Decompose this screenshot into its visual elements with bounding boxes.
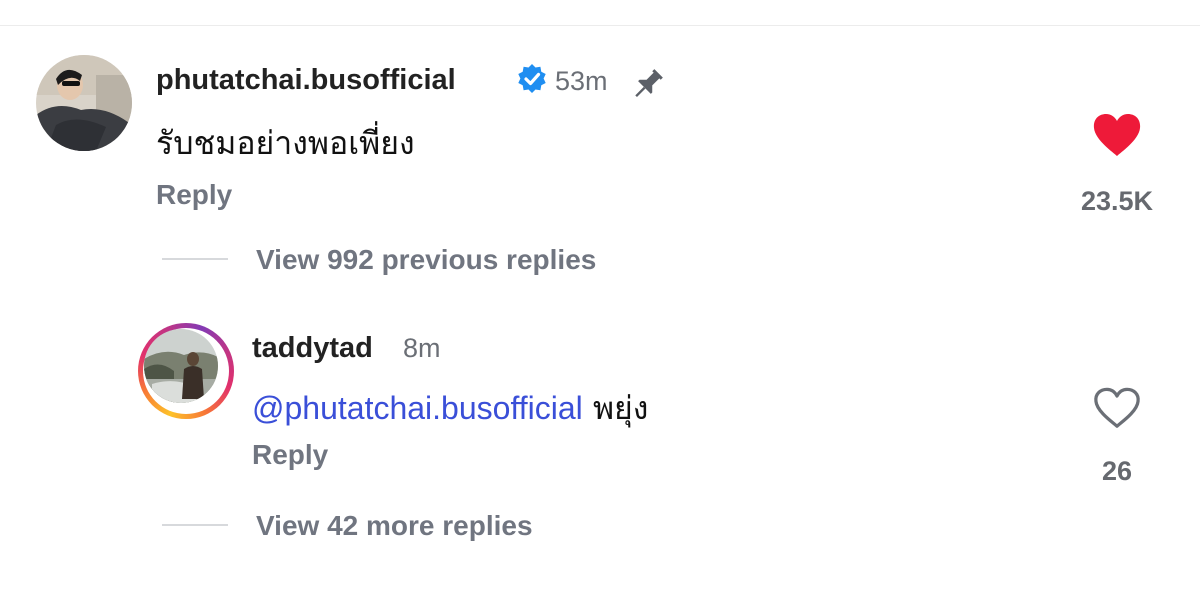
thread-line bbox=[162, 524, 228, 526]
comment-time: 53m bbox=[555, 66, 608, 96]
reply-username[interactable]: taddytad bbox=[252, 332, 373, 365]
view-previous-replies-button[interactable]: View 992 previous replies bbox=[256, 244, 596, 276]
reply-reply-button[interactable]: Reply bbox=[252, 439, 328, 471]
mention-link[interactable]: @phutatchai.busofficial bbox=[252, 390, 583, 426]
heart-outline-icon[interactable] bbox=[1093, 386, 1141, 430]
comment-username[interactable]: phutatchai.busofficial bbox=[156, 64, 456, 97]
verified-badge-icon bbox=[518, 64, 546, 93]
reply-like-count: 26 bbox=[1101, 456, 1133, 486]
view-more-replies-button[interactable]: View 42 more replies bbox=[256, 510, 533, 542]
heart-filled-icon[interactable] bbox=[1092, 112, 1142, 158]
avatar[interactable] bbox=[36, 55, 132, 151]
avatar[interactable] bbox=[144, 329, 218, 403]
reply-body: พยุ่ง bbox=[592, 389, 649, 427]
pin-icon bbox=[635, 69, 663, 98]
thread-line bbox=[162, 258, 228, 260]
top-divider bbox=[0, 25, 1200, 26]
comment-like-count: 23.5K bbox=[1080, 186, 1154, 216]
comment-text: รับชมอย่างพอเพี่ยง bbox=[156, 124, 415, 162]
story-ring[interactable] bbox=[138, 323, 234, 419]
comment-reply-button[interactable]: Reply bbox=[156, 179, 232, 211]
reply-time: 8m bbox=[403, 333, 441, 363]
reply-text: @phutatchai.busofficial พยุ่ง bbox=[252, 383, 648, 434]
